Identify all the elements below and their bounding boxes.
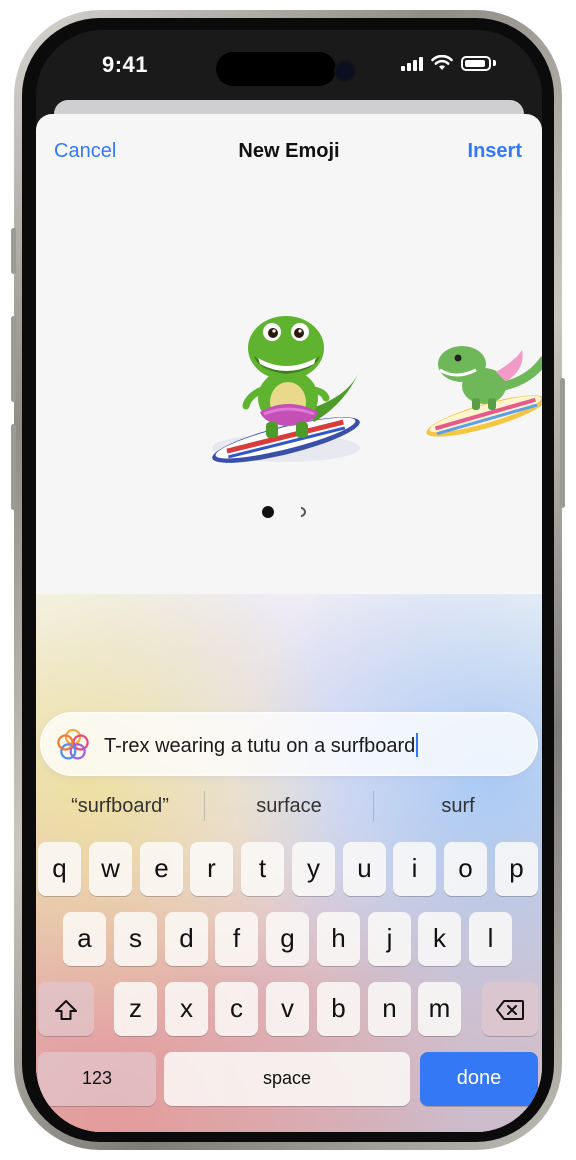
- done-key[interactable]: done: [420, 1052, 538, 1106]
- key-s[interactable]: s: [114, 912, 157, 966]
- key-e[interactable]: e: [140, 842, 183, 896]
- delete-icon: [496, 1000, 524, 1021]
- key-j[interactable]: j: [368, 912, 411, 966]
- key-k[interactable]: k: [418, 912, 461, 966]
- key-q[interactable]: q: [38, 842, 81, 896]
- key-m[interactable]: m: [418, 982, 461, 1036]
- insert-button[interactable]: Insert: [468, 140, 522, 163]
- dynamic-island: [216, 52, 336, 86]
- front-camera: [334, 60, 356, 82]
- prompt-text-wrap: T-rex wearing a tutu on a surfboard: [104, 733, 419, 758]
- prompt-text: T-rex wearing a tutu on a surfboard: [104, 735, 416, 757]
- key-y[interactable]: y: [292, 842, 335, 896]
- wifi-icon: [431, 55, 453, 70]
- key-g[interactable]: g: [266, 912, 309, 966]
- sheet-nav-bar: Cancel New Emoji Insert: [36, 114, 542, 184]
- key-a[interactable]: a: [63, 912, 106, 966]
- key-d[interactable]: d: [165, 912, 208, 966]
- shift-key[interactable]: [38, 982, 94, 1036]
- key-l[interactable]: l: [469, 912, 512, 966]
- page-dot-generating: [293, 504, 309, 520]
- page-dot-active: [262, 506, 274, 518]
- cellular-signal-icon: [401, 55, 423, 71]
- key-t[interactable]: t: [241, 842, 284, 896]
- key-n[interactable]: n: [368, 982, 411, 1036]
- suggestion-2[interactable]: surface: [205, 795, 373, 818]
- status-bar: 9:41: [36, 30, 542, 100]
- predictive-bar: “surfboard” surface surf: [36, 784, 542, 828]
- screen: 9:41 Cancel New Emoji Insert T-rex weari…: [36, 30, 542, 1132]
- shift-icon: [55, 1000, 77, 1021]
- key-x[interactable]: x: [165, 982, 208, 1036]
- key-w[interactable]: w: [89, 842, 132, 896]
- battery-icon: [461, 55, 491, 71]
- apple-intelligence-icon: [57, 728, 89, 760]
- key-b[interactable]: b: [317, 982, 360, 1036]
- numbers-key[interactable]: 123: [38, 1052, 156, 1106]
- side-button: [560, 378, 565, 508]
- page-indicator[interactable]: [262, 504, 309, 520]
- sheet-title: New Emoji: [238, 140, 340, 162]
- volume-down-button: [11, 424, 16, 510]
- key-h[interactable]: h: [317, 912, 360, 966]
- key-c[interactable]: c: [215, 982, 258, 1036]
- status-time: 9:41: [102, 52, 149, 77]
- key-i[interactable]: i: [393, 842, 436, 896]
- generated-emoji-alternate[interactable]: [426, 320, 542, 440]
- status-icons: [401, 55, 496, 71]
- cancel-button[interactable]: Cancel: [54, 140, 116, 163]
- delete-key[interactable]: [482, 982, 538, 1036]
- key-v[interactable]: v: [266, 982, 309, 1036]
- volume-up-button: [11, 316, 16, 402]
- battery-nub: [493, 60, 496, 66]
- key-o[interactable]: o: [444, 842, 487, 896]
- key-r[interactable]: r: [190, 842, 233, 896]
- text-caret: [416, 733, 419, 757]
- suggestion-3[interactable]: surf: [374, 795, 542, 818]
- key-u[interactable]: u: [343, 842, 386, 896]
- suggestion-1[interactable]: “surfboard”: [36, 795, 204, 818]
- key-p[interactable]: p: [495, 842, 538, 896]
- prompt-field[interactable]: T-rex wearing a tutu on a surfboard: [42, 714, 536, 774]
- keyboard-area: T-rex wearing a tutu on a surfboard “sur…: [36, 594, 542, 1132]
- space-key[interactable]: space: [164, 1052, 410, 1106]
- new-emoji-sheet: Cancel New Emoji Insert T-rex wearing a …: [36, 114, 542, 1132]
- action-button: [11, 228, 16, 274]
- key-f[interactable]: f: [215, 912, 258, 966]
- generated-emoji-main[interactable]: [206, 300, 372, 466]
- key-z[interactable]: z: [114, 982, 157, 1036]
